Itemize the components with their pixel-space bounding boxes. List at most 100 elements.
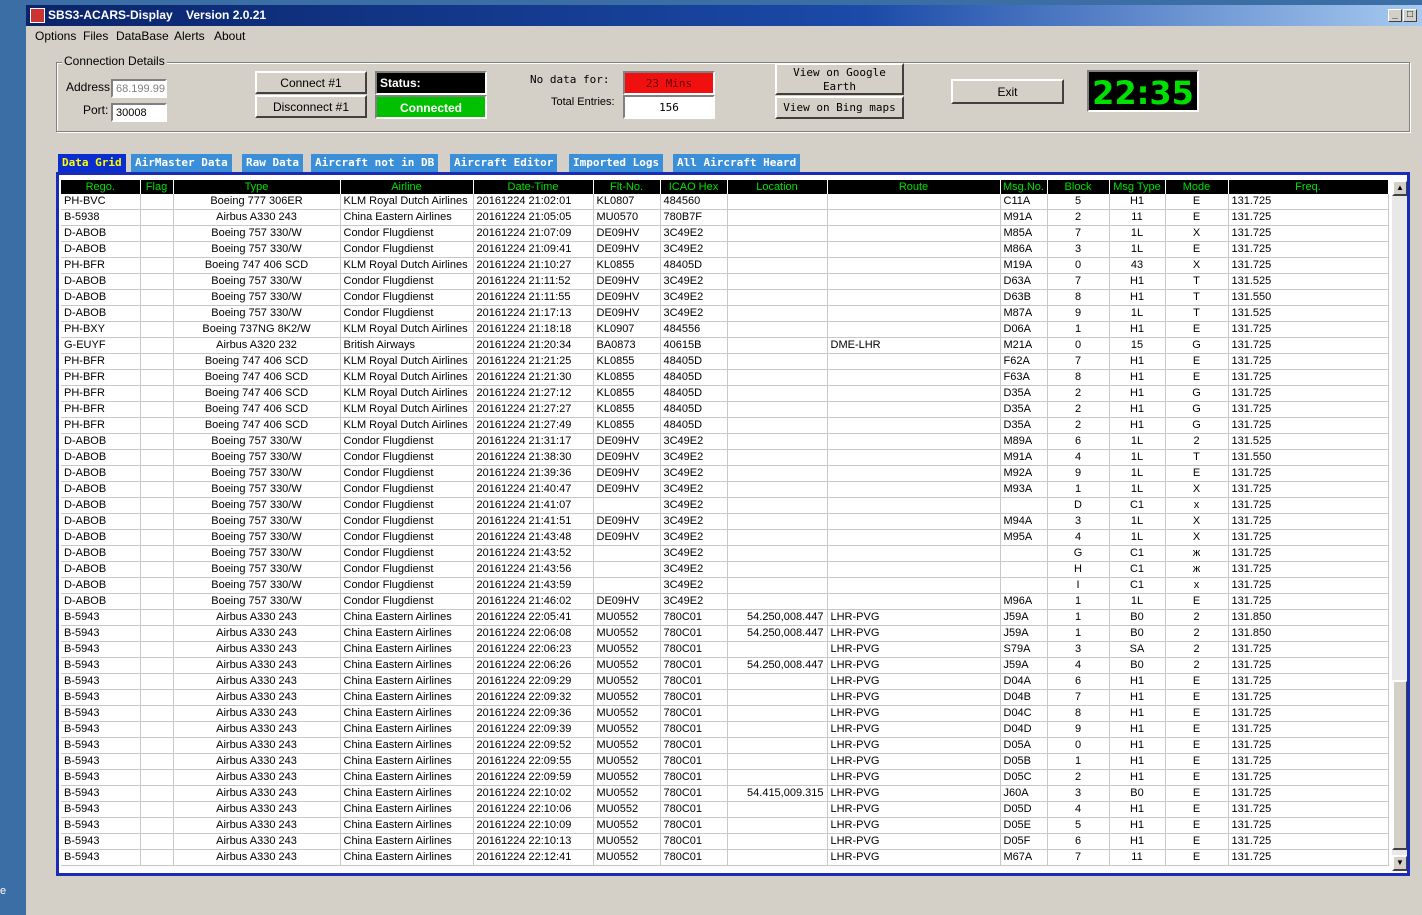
table-row[interactable]: D-ABOB Boeing 757 330/W Condor Flugdienst 2… xyxy=(61,529,1389,546)
menu-files[interactable]: Files xyxy=(83,29,108,43)
table-row[interactable]: B-5943 Airbus A330 243 China Eastern Airli… xyxy=(61,833,1389,850)
table-row[interactable]: B-5943 Airbus A330 243 China Eastern Airli… xyxy=(61,705,1389,722)
scroll-up-icon[interactable]: ▲ xyxy=(1392,180,1407,196)
column-header-flag[interactable]: Flag xyxy=(140,180,174,194)
cell-location xyxy=(727,369,828,386)
cell-freq: 131.725 xyxy=(1228,817,1389,834)
column-header-msg-no[interactable]: Msg.No. xyxy=(1000,180,1048,194)
tab-imported-logs[interactable]: Imported Logs xyxy=(569,154,667,172)
menu-about[interactable]: About xyxy=(214,29,245,43)
table-row[interactable]: B-5943 Airbus A330 243 China Eastern Airli… xyxy=(61,801,1389,818)
column-header-location[interactable]: Location xyxy=(727,180,828,194)
table-row[interactable]: B-5943 Airbus A330 243 China Eastern Airli… xyxy=(61,753,1389,770)
cell-block: 3 xyxy=(1047,241,1110,258)
column-header-airline[interactable]: Airline xyxy=(340,180,474,194)
cell-airline: KLM Royal Dutch Airlines xyxy=(340,417,474,434)
table-row[interactable]: B-5943 Airbus A330 243 China Eastern Airli… xyxy=(61,737,1389,754)
table-row[interactable]: D-ABOB Boeing 757 330/W Condor Flugdienst 2… xyxy=(61,305,1389,322)
maximize-icon[interactable]: □ xyxy=(1403,9,1417,22)
table-row[interactable]: B-5943 Airbus A330 243 China Eastern Airli… xyxy=(61,641,1389,658)
table-row[interactable]: D-ABOB Boeing 757 330/W Condor Flugdienst 2… xyxy=(61,577,1389,594)
table-row[interactable]: B-5943 Airbus A330 243 China Eastern Airli… xyxy=(61,625,1389,642)
menu-options[interactable]: Options xyxy=(35,29,76,43)
cell-date-time: 20161224 21:10:27 xyxy=(473,257,594,274)
vertical-scrollbar[interactable]: ▲ ▼ xyxy=(1392,180,1407,871)
connect-button[interactable]: Connect #1 xyxy=(255,71,367,94)
table-row[interactable]: B-5943 Airbus A330 243 China Eastern Airli… xyxy=(61,849,1389,866)
table-row[interactable]: D-ABOB Boeing 757 330/W Condor Flugdienst 2… xyxy=(61,273,1389,290)
table-row[interactable]: D-ABOB Boeing 757 330/W Condor Flugdienst 2… xyxy=(61,497,1389,514)
cell-airline: Condor Flugdienst xyxy=(340,593,474,610)
tab-raw-data[interactable]: Raw Data xyxy=(242,154,306,172)
port-field[interactable]: 30008 xyxy=(111,103,167,122)
table-row[interactable]: D-ABOB Boeing 757 330/W Condor Flugdienst 2… xyxy=(61,561,1389,578)
column-header-freq[interactable]: Freq. xyxy=(1228,180,1389,194)
cell-airline: Condor Flugdienst xyxy=(340,513,474,530)
table-row[interactable]: PH-BFR Boeing 747 406 SCD KLM Royal Dutch … xyxy=(61,385,1389,402)
table-row[interactable]: B-5943 Airbus A330 243 China Eastern Airli… xyxy=(61,769,1389,786)
exit-button[interactable]: Exit xyxy=(951,79,1064,104)
column-header-date-time[interactable]: Date-Time xyxy=(473,180,594,194)
table-row[interactable]: D-ABOB Boeing 757 330/W Condor Flugdienst 2… xyxy=(61,513,1389,530)
table-row[interactable]: PH-BFR Boeing 747 406 SCD KLM Royal Dutch … xyxy=(61,353,1389,370)
table-row[interactable]: B-5943 Airbus A330 243 China Eastern Airli… xyxy=(61,817,1389,834)
column-header-rego[interactable]: Rego. xyxy=(61,180,141,194)
menu-database[interactable]: DataBase xyxy=(116,29,169,43)
table-row[interactable]: D-ABOB Boeing 757 330/W Condor Flugdienst 2… xyxy=(61,433,1389,450)
table-row[interactable]: PH-BXY Boeing 737NG 8K2/W KLM Royal Dutch … xyxy=(61,321,1389,338)
google-earth-button[interactable]: View on Google Earth xyxy=(775,63,904,95)
table-row[interactable]: B-5943 Airbus A330 243 China Eastern Airli… xyxy=(61,657,1389,674)
table-row[interactable]: D-ABOB Boeing 757 330/W Condor Flugdienst 2… xyxy=(61,465,1389,482)
column-header-flt-no[interactable]: Flt-No. xyxy=(593,180,661,194)
cell-msg-no: M21A xyxy=(1000,337,1048,354)
table-row[interactable]: B-5943 Airbus A330 243 China Eastern Airli… xyxy=(61,689,1389,706)
table-row[interactable]: B-5943 Airbus A330 243 China Eastern Airli… xyxy=(61,721,1389,738)
table-row[interactable]: B-5938 Airbus A330 243 China Eastern Airli… xyxy=(61,209,1389,226)
table-row[interactable]: PH-BFR Boeing 747 406 SCD KLM Royal Dutch … xyxy=(61,401,1389,418)
tab-airmaster-data[interactable]: AirMaster Data xyxy=(131,154,235,172)
disconnect-button[interactable]: Disconnect #1 xyxy=(255,95,367,118)
table-row[interactable]: PH-BVC Boeing 777 306ER KLM Royal Dutch Ai… xyxy=(61,194,1389,210)
tab-all-aircraft-heard[interactable]: All Aircraft Heard xyxy=(673,154,804,172)
table-row[interactable]: D-ABOB Boeing 757 330/W Condor Flugdienst 2… xyxy=(61,289,1389,306)
table-row[interactable]: D-ABOB Boeing 757 330/W Condor Flugdienst 2… xyxy=(61,449,1389,466)
table-row[interactable]: D-ABOB Boeing 757 330/W Condor Flugdienst 2… xyxy=(61,593,1389,610)
column-header-icao-hex[interactable]: ICAO Hex xyxy=(660,180,728,194)
column-header-mode[interactable]: Mode xyxy=(1165,180,1229,194)
table-row[interactable]: PH-BFR Boeing 747 406 SCD KLM Royal Dutch … xyxy=(61,417,1389,434)
table-row[interactable]: PH-BFR Boeing 747 406 SCD KLM Royal Dutch … xyxy=(61,257,1389,274)
table-row[interactable]: D-ABOB Boeing 757 330/W Condor Flugdienst 2… xyxy=(61,545,1389,562)
title-bar[interactable]: SBS3-ACARS-Display Version 2.0.21 _ □ xyxy=(26,5,1422,26)
cell-type: Boeing 747 406 SCD xyxy=(173,385,341,402)
column-header-msg-type[interactable]: Msg Type xyxy=(1109,180,1166,194)
bing-maps-button[interactable]: View on Bing maps xyxy=(775,96,904,119)
table-row[interactable]: D-ABOB Boeing 757 330/W Condor Flugdienst 2… xyxy=(61,225,1389,242)
table-row[interactable]: D-ABOB Boeing 757 330/W Condor Flugdienst 2… xyxy=(61,481,1389,498)
address-field[interactable]: 68.199.99 xyxy=(111,79,167,98)
column-header-block[interactable]: Block xyxy=(1047,180,1110,194)
minimize-icon[interactable]: _ xyxy=(1388,9,1402,22)
cell-location xyxy=(727,209,828,226)
cell-airline: Condor Flugdienst xyxy=(340,449,474,466)
cell-freq: 131.525 xyxy=(1228,433,1389,450)
column-header-type[interactable]: Type xyxy=(173,180,341,194)
table-row[interactable]: B-5943 Airbus A330 243 China Eastern Airli… xyxy=(61,785,1389,802)
cell-flag xyxy=(140,625,174,642)
scroll-thumb[interactable] xyxy=(1392,680,1407,850)
cell-freq: 131.725 xyxy=(1228,849,1389,866)
table-row[interactable]: PH-BFR Boeing 747 406 SCD KLM Royal Dutch … xyxy=(61,369,1389,386)
tab-aircraft-not-in-db[interactable]: Aircraft not in DB xyxy=(311,154,442,172)
column-header-route[interactable]: Route xyxy=(827,180,1001,194)
table-row[interactable]: G-EUYF Airbus A320 232 British Airways 2016… xyxy=(61,337,1389,354)
cell-date-time: 20161224 22:12:41 xyxy=(473,849,594,866)
tab-aircraft-editor[interactable]: Aircraft Editor xyxy=(450,154,561,172)
cell-msg-type: H1 xyxy=(1109,401,1166,418)
scroll-down-icon[interactable]: ▼ xyxy=(1392,855,1407,871)
table-row[interactable]: D-ABOB Boeing 757 330/W Condor Flugdienst 2… xyxy=(61,241,1389,258)
table-row[interactable]: B-5943 Airbus A330 243 China Eastern Airli… xyxy=(61,673,1389,690)
cell-msg-no: D05F xyxy=(1000,833,1048,850)
cell-date-time: 20161224 21:27:27 xyxy=(473,401,594,418)
table-row[interactable]: B-5943 Airbus A330 243 China Eastern Airli… xyxy=(61,609,1389,626)
tab-data-grid[interactable]: Data Grid xyxy=(58,154,129,172)
menu-alerts[interactable]: Alerts xyxy=(174,29,205,43)
